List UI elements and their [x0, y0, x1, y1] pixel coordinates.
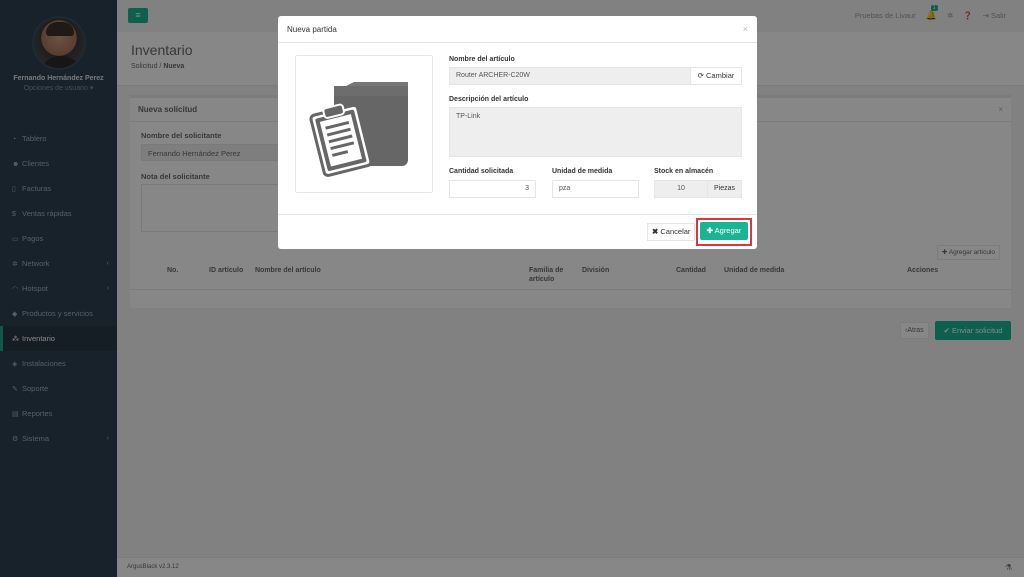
unit-input[interactable]: pza: [552, 180, 639, 198]
change-item-button[interactable]: ⟳ Cambiar: [690, 67, 742, 85]
description-field: TP-Link: [449, 107, 742, 157]
new-item-modal: Nueva partida × Nombre del artículo Rout…: [278, 16, 757, 249]
modal-close-icon[interactable]: ×: [743, 16, 748, 43]
modal-header: Nueva partida ×: [278, 16, 757, 43]
stock-label: Stock en almacén: [654, 168, 714, 175]
modal-title: Nueva partida: [287, 25, 337, 34]
quantity-label: Cantidad solicitada: [449, 168, 514, 175]
add-button[interactable]: ✚ Agregar: [700, 222, 748, 240]
item-name-field: Router ARCHER-C20W: [449, 67, 691, 85]
quantity-input[interactable]: 3: [449, 180, 536, 198]
stock-field: 10: [654, 180, 708, 198]
modal-footer: ✖ Cancelar ✚ Agregar: [278, 214, 757, 249]
refresh-icon: ⟳: [697, 71, 704, 80]
description-label: Descripción del artículo: [449, 96, 529, 103]
item-image: [295, 55, 433, 193]
item-name-label: Nombre del artículo: [449, 56, 515, 63]
stock-unit-addon: Piezas: [707, 180, 742, 198]
clipboard-box-icon: [309, 82, 408, 177]
cancel-button[interactable]: ✖ Cancelar: [647, 223, 696, 241]
unit-label: Unidad de medida: [552, 168, 613, 175]
